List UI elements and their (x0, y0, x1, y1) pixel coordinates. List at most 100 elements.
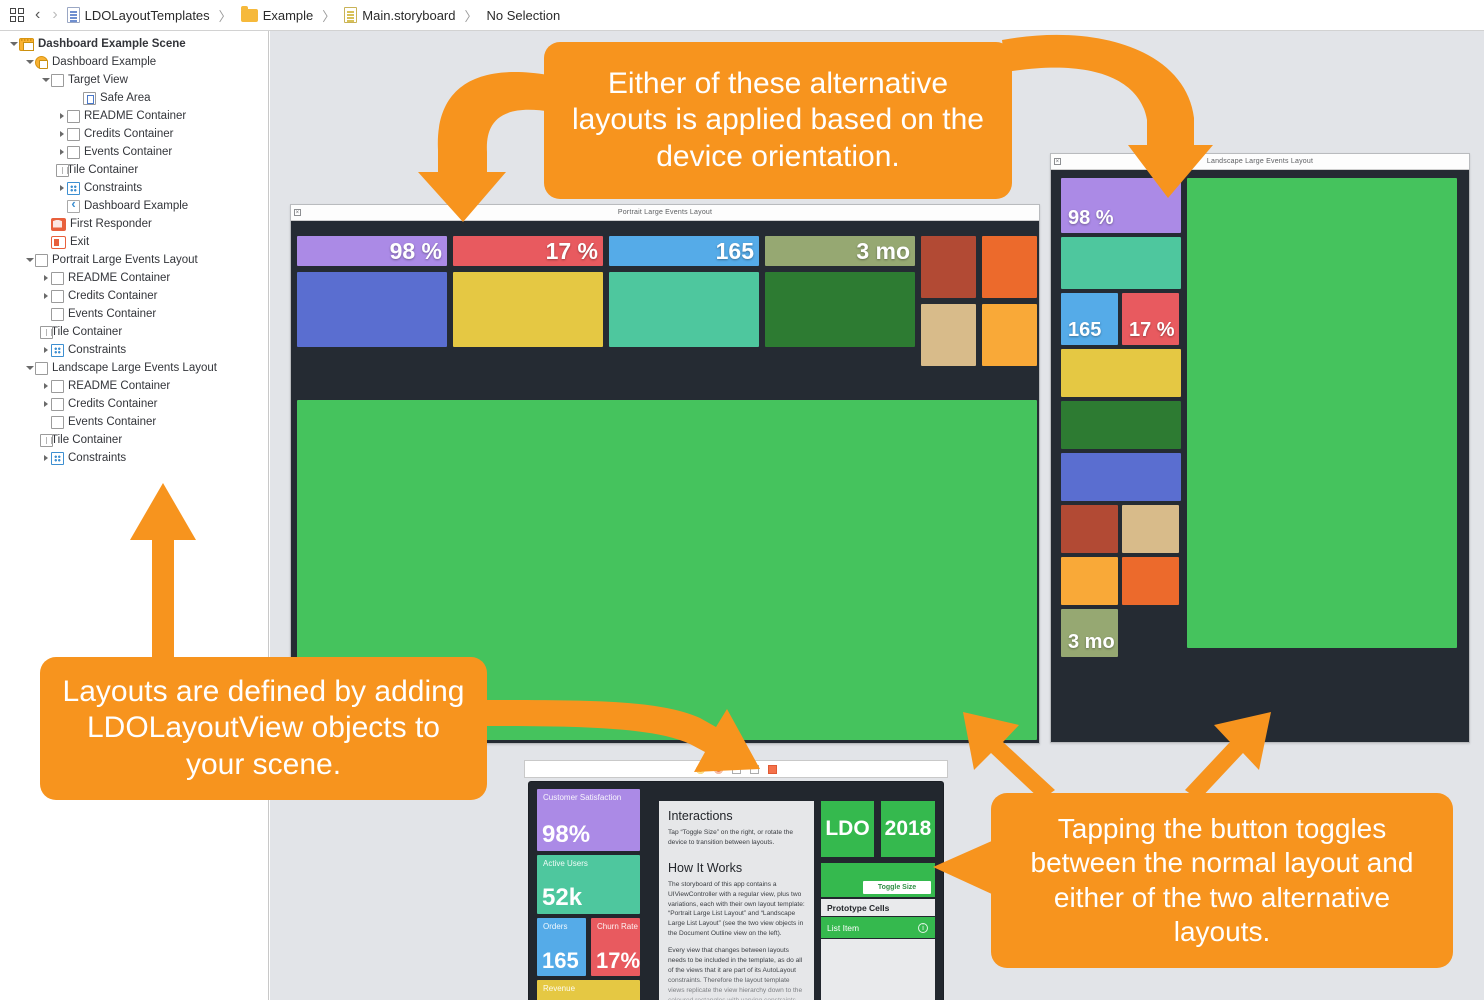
toggle-size-button[interactable]: Toggle Size (863, 881, 931, 894)
tan-tile[interactable] (1122, 505, 1179, 553)
outline-item-constraints[interactable]: Constraints (0, 179, 268, 197)
list-item[interactable]: List Item i (821, 917, 935, 938)
duration-tile[interactable]: 3 mo (1061, 609, 1118, 657)
landscape-window-titlebar: × Landscape Large Events Layout (1051, 154, 1469, 170)
card-caption: Orders (543, 922, 568, 931)
brick-square[interactable] (921, 236, 976, 298)
events-green-panel[interactable] (1187, 178, 1457, 648)
blue-block[interactable] (297, 272, 447, 347)
outline-item-first-responder[interactable]: First Responder (0, 215, 268, 233)
forest-tile[interactable] (1061, 401, 1181, 449)
amber-tile[interactable] (1061, 557, 1118, 605)
breadcrumb-item-selection[interactable]: No Selection (487, 8, 561, 23)
amber-square[interactable] (982, 304, 1037, 366)
teal-tile[interactable] (1061, 237, 1181, 289)
circle-yellow-icon[interactable] (695, 764, 705, 774)
outline-item-label: README Container (68, 272, 171, 284)
breadcrumb-item-storyboard[interactable]: Main.storyboard (344, 7, 456, 23)
readme-panel[interactable]: Interactions Tap “Toggle Size” on the ri… (659, 801, 814, 1000)
duration-bar[interactable]: 3 mo (765, 236, 915, 266)
chevron-down-icon[interactable] (40, 78, 51, 82)
outline-item-readme-container[interactable]: README Container (0, 269, 268, 287)
satisfaction-tile[interactable]: 98 % (1061, 178, 1181, 233)
chevron-right-icon[interactable] (56, 113, 67, 119)
landscape-layout-window[interactable]: × Landscape Large Events Layout 98 % 165 1… (1050, 153, 1470, 743)
nav-back-button[interactable]: ‹ (32, 6, 43, 24)
outline-item-credits-container[interactable]: Credits Container (0, 125, 268, 143)
preview-screen: Customer Satisfaction 98% Active Users 5… (529, 782, 943, 1000)
orders-tile[interactable]: 165 (1061, 293, 1118, 345)
breadcrumb-label: No Selection (486, 7, 561, 23)
orange-tile[interactable] (1122, 557, 1179, 605)
chevron-down-icon[interactable] (24, 258, 35, 262)
chevron-right-icon[interactable] (40, 401, 51, 407)
forest-block[interactable] (765, 272, 915, 347)
yellow-tile[interactable] (1061, 349, 1181, 397)
chevron-right-icon[interactable] (40, 275, 51, 281)
outline-item-readme-container[interactable]: README Container (0, 377, 268, 395)
tan-square[interactable] (921, 304, 976, 366)
landscape-window-title: Landscape Large Events Layout (1206, 158, 1314, 165)
chevron-right-icon[interactable] (56, 149, 67, 155)
chevron-down-icon[interactable] (24, 366, 35, 370)
outline-item-constraints[interactable]: Constraints (0, 449, 268, 467)
chevron-down-icon[interactable] (24, 60, 35, 64)
outline-item-dashboard-example[interactable]: Dashboard Example (0, 197, 268, 215)
chevron-right-icon[interactable] (40, 455, 51, 461)
outline-item-events-container[interactable]: Events Container (0, 305, 268, 323)
card-customer-satisfaction: Customer Satisfaction 98% (537, 789, 640, 851)
outline-item-exit[interactable]: Exit (0, 233, 268, 251)
document-outline[interactable]: Dashboard Example Scene Dashboard Example… (0, 31, 269, 1000)
tile-label: 3 mo (1068, 631, 1115, 653)
tile-label: 17 % (545, 238, 598, 264)
breadcrumb-separator: 〉 (322, 8, 336, 24)
grid-icon[interactable] (8, 6, 26, 24)
yellow-block[interactable] (453, 272, 603, 347)
chevron-right-icon[interactable] (56, 131, 67, 137)
outline-item-dashboard-example-scene[interactable]: Dashboard Example Scene (0, 35, 268, 53)
info-icon[interactable]: i (918, 922, 928, 933)
constraint-icon (67, 181, 80, 195)
outline-item-events-container[interactable]: Events Container (0, 413, 268, 431)
churn-tile[interactable]: 17 % (1122, 293, 1179, 345)
card-caption: Churn Rate (597, 922, 638, 931)
outline-item-readme-container[interactable]: README Container (0, 107, 268, 125)
square-outline-icon[interactable] (731, 764, 741, 774)
circle-orange-icon[interactable] (713, 764, 723, 774)
outline-item-tile-container[interactable]: Tile Container (0, 323, 268, 341)
outline-item-credits-container[interactable]: Credits Container (0, 287, 268, 305)
square-outline-icon[interactable] (749, 764, 759, 774)
outline-item-safe-area[interactable]: Safe Area (0, 89, 268, 107)
satisfaction-bar[interactable]: 98 % (297, 236, 447, 266)
outline-item-events-container[interactable]: Events Container (0, 143, 268, 161)
chevron-right-icon[interactable] (56, 185, 67, 191)
brick-tile[interactable] (1061, 505, 1118, 553)
close-icon[interactable]: × (294, 209, 301, 216)
orange-square[interactable] (982, 236, 1037, 298)
outline-item-portrait-large-events-layout[interactable]: Portrait Large Events Layout (0, 251, 268, 269)
device-preview[interactable]: Customer Satisfaction 98% Active Users 5… (524, 760, 954, 1000)
churn-bar[interactable]: 17 % (453, 236, 603, 266)
square-red-icon[interactable] (767, 764, 777, 774)
blue-tile[interactable] (1061, 453, 1181, 501)
orders-bar[interactable]: 165 (609, 236, 759, 266)
outline-item-credits-container[interactable]: Credits Container (0, 395, 268, 413)
card-value: 165 (542, 948, 579, 973)
breadcrumb-item-project[interactable]: LDOLayoutTemplates (66, 7, 210, 23)
preview-toolbar[interactable] (524, 760, 948, 778)
outline-item-target-view[interactable]: Target View (0, 71, 268, 89)
outline-item-constraints[interactable]: Constraints (0, 341, 268, 359)
chevron-right-icon[interactable] (40, 383, 51, 389)
outline-item-dashboard-example[interactable]: Dashboard Example (0, 53, 268, 71)
breadcrumb-item-folder[interactable]: Example (240, 5, 313, 23)
close-icon[interactable]: × (1054, 158, 1061, 165)
nav-forward-button[interactable]: › (49, 6, 60, 24)
chevron-right-icon[interactable] (40, 347, 51, 353)
chevron-right-icon[interactable] (40, 293, 51, 299)
outline-item-landscape-large-events-layout[interactable]: Landscape Large Events Layout (0, 359, 268, 377)
outline-item-tile-container[interactable]: Tile Container (0, 161, 268, 179)
back-icon (67, 199, 80, 213)
chevron-down-icon[interactable] (8, 42, 19, 46)
teal-block[interactable] (609, 272, 759, 347)
outline-item-tile-container[interactable]: Tile Container (0, 431, 268, 449)
